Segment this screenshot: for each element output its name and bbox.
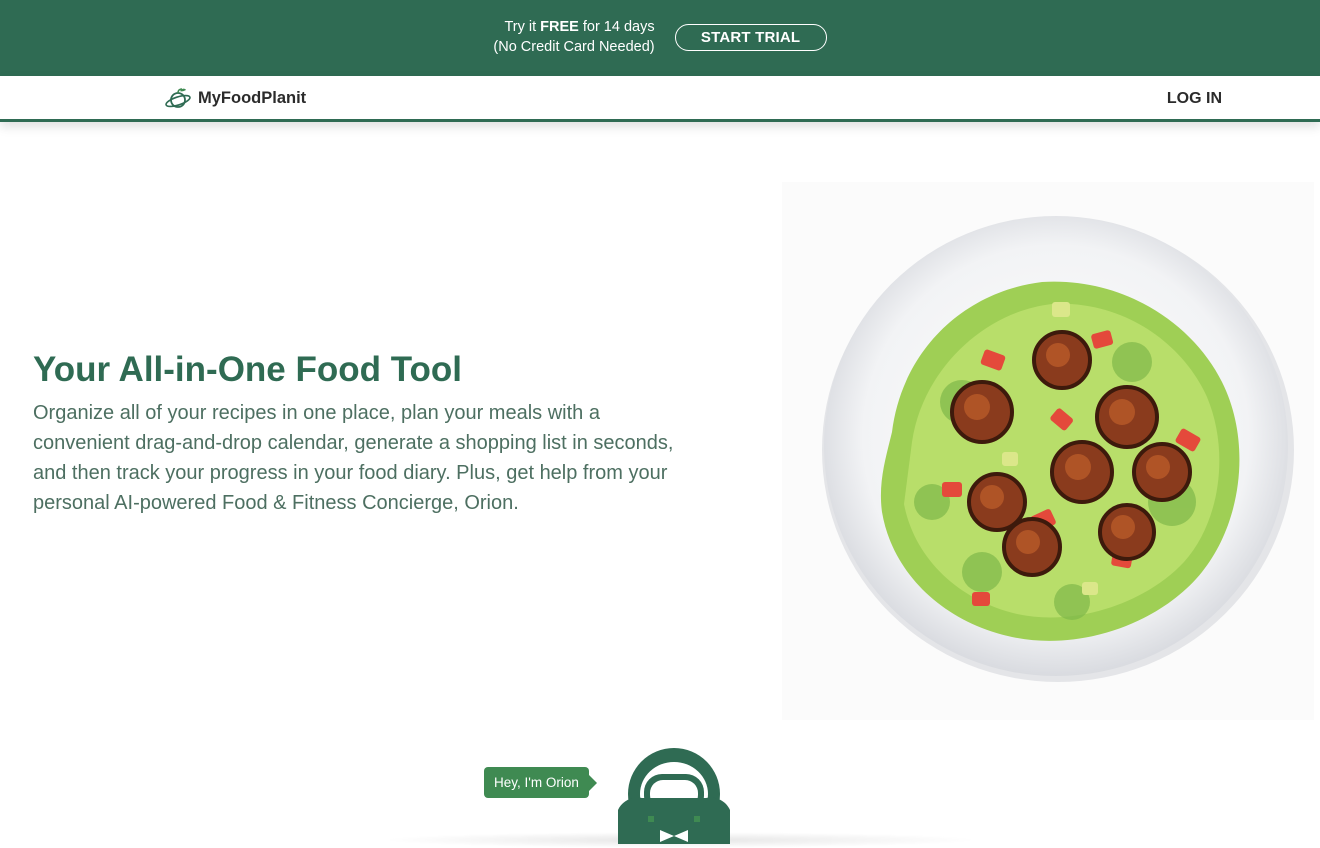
promo-free-label: FREE	[540, 19, 579, 35]
promo-banner: Try it FREE for 14 days (No Credit Card …	[0, 0, 1320, 76]
planet-logo-icon	[165, 88, 191, 108]
start-trial-button[interactable]: START TRIAL	[674, 23, 827, 51]
top-navbar: MyFoodPlanit LOG IN	[0, 76, 1320, 122]
login-link[interactable]: LOG IN	[1167, 90, 1222, 108]
brand-logo[interactable]: MyFoodPlanit	[165, 87, 306, 109]
promo-line-1: Try it FREE for 14 days	[504, 19, 655, 35]
promo-text: Try it FREE for 14 days (No Credit Card …	[493, 17, 654, 57]
astronaut-mascot-icon[interactable]	[608, 746, 740, 844]
brand-name: MyFoodPlanit	[198, 88, 307, 107]
food-image	[782, 182, 1314, 720]
mascot-greeting-bubble: Hey, I'm Orion	[484, 767, 597, 798]
hero-title: Your All-in-One Food Tool	[33, 350, 462, 389]
promo-line-2: (No Credit Card Needed)	[493, 39, 655, 55]
salad-plate-illustration	[822, 216, 1294, 682]
hero-description: Organize all of your recipes in one plac…	[33, 402, 674, 514]
